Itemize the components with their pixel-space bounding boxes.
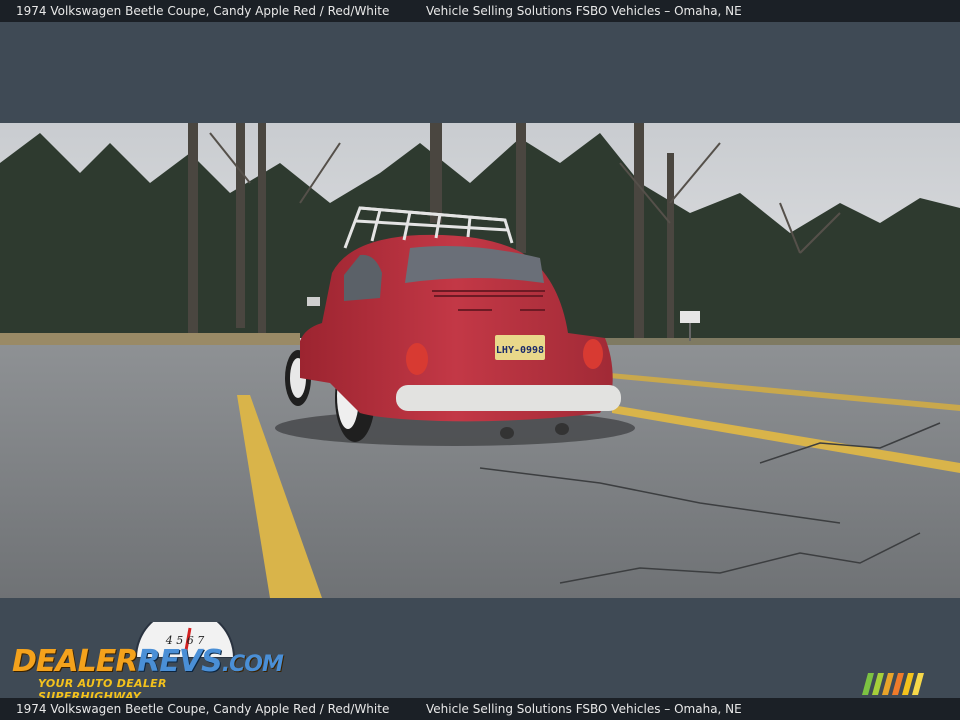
- dealer-location-footer: Vehicle Selling Solutions FSBO Vehicles …: [426, 702, 742, 716]
- logo-revs-text: REVS: [137, 644, 222, 679]
- vehicle-photo[interactable]: LHY-0998: [0, 123, 960, 598]
- top-caption-bar: 1974 Volkswagen Beetle Coupe, Candy Appl…: [0, 0, 960, 22]
- logo-com-text: .COM: [221, 652, 284, 677]
- logo-wordmark: DEALERREVS.COM: [12, 644, 284, 679]
- license-plate-text: LHY-0998: [496, 345, 544, 356]
- logo-dealer-text: DEALER: [12, 644, 138, 679]
- vehicle-title: 1974 Volkswagen Beetle Coupe, Candy Appl…: [16, 4, 390, 18]
- dealer-location: Vehicle Selling Solutions FSBO Vehicles …: [426, 4, 742, 18]
- upper-panel: [0, 22, 960, 123]
- vehicle-title-footer: 1974 Volkswagen Beetle Coupe, Candy Appl…: [16, 702, 390, 716]
- bottom-caption-bar: 1974 Volkswagen Beetle Coupe, Candy Appl…: [0, 698, 960, 720]
- color-stripes-icon: [862, 673, 924, 695]
- dealerrevs-logo[interactable]: 4 5 6 7 DEALERREVS.COM YOUR AUTO DEALER …: [12, 622, 284, 703]
